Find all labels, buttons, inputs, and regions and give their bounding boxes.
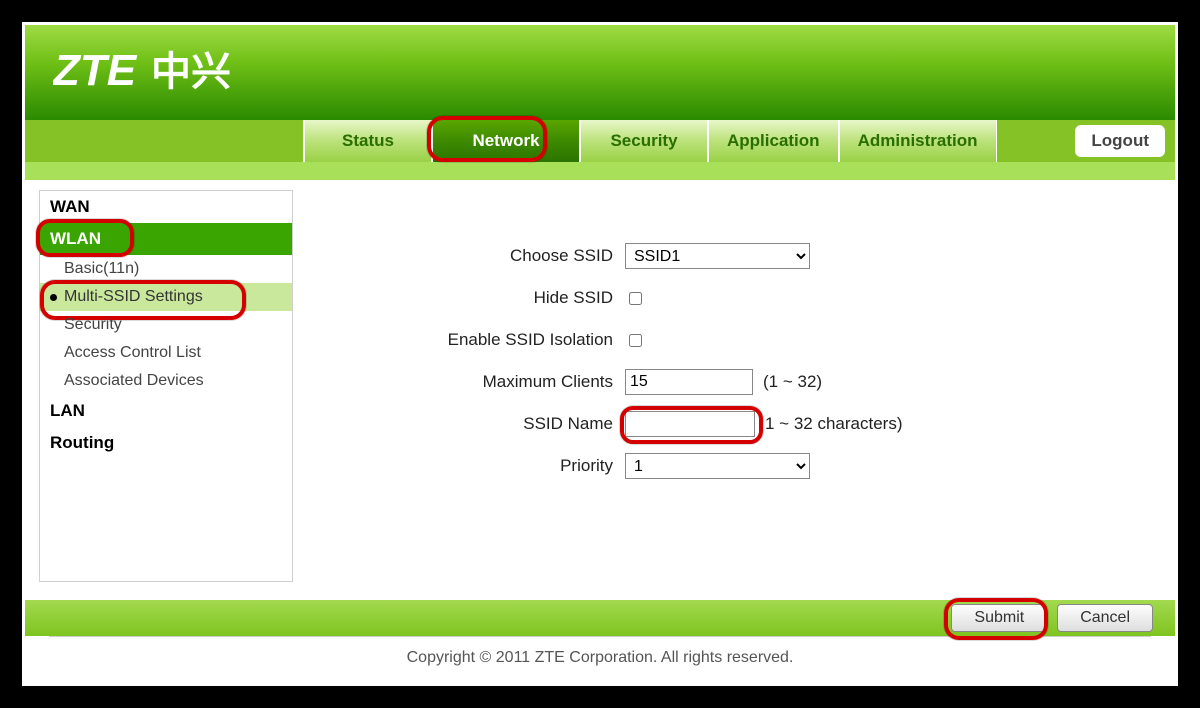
sidebar-group-routing[interactable]: Routing: [40, 427, 292, 459]
tab-label: Status: [342, 131, 394, 151]
tab-label: Security: [610, 131, 677, 151]
choose-ssid-label: Choose SSID: [343, 246, 625, 266]
sidebar-item-label: Access Control List: [64, 344, 201, 361]
hide-ssid-label: Hide SSID: [343, 288, 625, 308]
isolation-checkbox[interactable]: [629, 334, 642, 347]
sidebar-item-multi-ssid[interactable]: Multi-SSID Settings: [40, 283, 292, 311]
logout-label: Logout: [1091, 131, 1149, 151]
tab-label: Application: [727, 131, 820, 151]
sidebar-item-acl[interactable]: Access Control List: [40, 339, 292, 367]
brand-logo: ZTE 中兴: [53, 43, 253, 99]
cancel-button[interactable]: Cancel: [1057, 604, 1153, 632]
ssid-name-hint: 1 ~ 32 characters): [765, 414, 903, 434]
priority-select[interactable]: 1: [625, 453, 810, 479]
tab-security[interactable]: Security: [580, 120, 708, 162]
sidebar-item-label: Multi-SSID Settings: [64, 288, 203, 305]
sidebar-group-wan[interactable]: WAN: [40, 191, 292, 223]
svg-text:中兴: 中兴: [151, 50, 231, 94]
ssid-name-input[interactable]: [625, 411, 755, 437]
tab-label: Administration: [858, 131, 978, 151]
sidebar-item-security[interactable]: Security: [40, 311, 292, 339]
tab-application[interactable]: Application: [708, 120, 839, 162]
priority-label: Priority: [343, 456, 625, 476]
sidebar-group-label: WLAN: [50, 229, 101, 248]
tab-label: Network: [472, 131, 539, 151]
accent-strip: [25, 162, 1175, 180]
max-clients-label: Maximum Clients: [343, 372, 625, 392]
cancel-label: Cancel: [1080, 609, 1130, 626]
footer-copyright: Copyright © 2011 ZTE Corporation. All ri…: [49, 636, 1151, 679]
top-nav: Status Network Security Application Admi…: [25, 120, 1175, 162]
tab-network[interactable]: Network: [432, 120, 580, 162]
sidebar-item-label: Security: [64, 316, 122, 333]
sidebar-item-assoc[interactable]: Associated Devices: [40, 367, 292, 395]
isolation-label: Enable SSID Isolation: [343, 330, 625, 350]
sidebar-item-label: Associated Devices: [64, 372, 204, 389]
max-clients-hint: (1 ~ 32): [763, 372, 822, 392]
ssid-name-label: SSID Name: [343, 414, 625, 434]
content-panel: Choose SSID SSID1 Hide SSID Enable SSID …: [303, 180, 1175, 600]
sidebar-group-label: WAN: [50, 197, 90, 216]
sidebar-group-lan[interactable]: LAN: [40, 395, 292, 427]
sidebar-item-label: Basic(11n): [64, 260, 139, 277]
sidebar-group-label: Routing: [50, 433, 114, 452]
submit-button[interactable]: Submit: [951, 604, 1047, 632]
action-bar: Submit Cancel: [25, 600, 1175, 636]
sidebar-group-wlan[interactable]: WLAN: [40, 223, 292, 255]
hide-ssid-checkbox[interactable]: [629, 292, 642, 305]
tab-status[interactable]: Status: [303, 120, 432, 162]
sidebar: WAN WLAN Basic(11n) Multi-SSID Settings …: [39, 190, 293, 582]
sidebar-group-label: LAN: [50, 401, 85, 420]
logout-button[interactable]: Logout: [1075, 125, 1165, 157]
tab-administration[interactable]: Administration: [839, 120, 997, 162]
svg-text:ZTE: ZTE: [53, 46, 138, 95]
header: ZTE 中兴: [25, 25, 1175, 120]
submit-label: Submit: [974, 609, 1024, 626]
sidebar-item-basic[interactable]: Basic(11n): [40, 255, 292, 283]
choose-ssid-select[interactable]: SSID1: [625, 243, 810, 269]
max-clients-input[interactable]: [625, 369, 753, 395]
